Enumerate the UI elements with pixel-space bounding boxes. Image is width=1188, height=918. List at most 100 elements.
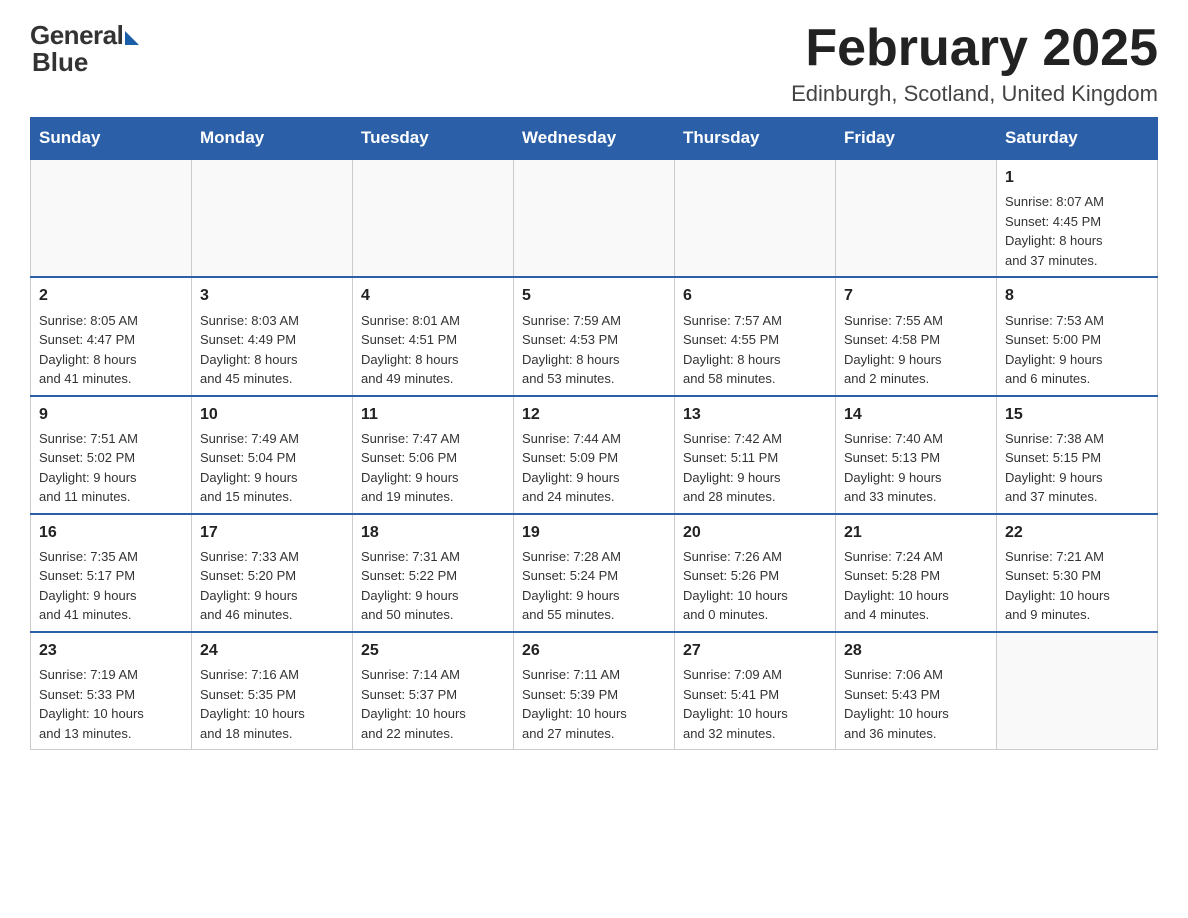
calendar-week-row: 23 Sunrise: 7:19 AMSunset: 5:33 PMDayligh… — [31, 632, 1158, 750]
table-row — [675, 159, 836, 277]
day-number: 4 — [361, 284, 505, 307]
table-row — [514, 159, 675, 277]
day-number: 1 — [1005, 166, 1149, 189]
table-row: 1 Sunrise: 8:07 AMSunset: 4:45 PMDaylight… — [997, 159, 1158, 277]
table-row — [997, 632, 1158, 750]
day-info: Sunrise: 8:07 AMSunset: 4:45 PMDaylight:… — [1005, 192, 1149, 270]
table-row — [192, 159, 353, 277]
table-row: 16Sunrise: 7:35 AMSunset: 5:17 PMDayligh… — [31, 514, 192, 632]
table-row: 10 Sunrise: 7:49 AMSunset: 5:04 PMDayligh… — [192, 396, 353, 514]
table-row: 9 Sunrise: 7:51 AMSunset: 5:02 PMDaylight… — [31, 396, 192, 514]
table-row: 11 Sunrise: 7:47 AMSunset: 5:06 PMDayligh… — [353, 396, 514, 514]
calendar-header-row: Sunday Monday Tuesday Wednesday Thursday… — [31, 118, 1158, 160]
day-info: Sunrise: 7:35 AMSunset: 5:17 PMDaylight:… — [39, 547, 183, 625]
calendar-week-row: 2Sunrise: 8:05 AMSunset: 4:47 PMDaylight… — [31, 277, 1158, 395]
table-row: 6Sunrise: 7:57 AMSunset: 4:55 PMDaylight… — [675, 277, 836, 395]
table-row: 13 Sunrise: 7:42 AMSunset: 5:11 PMDayligh… — [675, 396, 836, 514]
day-number: 19 — [522, 521, 666, 544]
day-number: 28 — [844, 639, 988, 662]
month-title: February 2025 — [791, 20, 1158, 77]
table-row: 19 Sunrise: 7:28 AMSunset: 5:24 PMDayligh… — [514, 514, 675, 632]
location-text: Edinburgh, Scotland, United Kingdom — [791, 81, 1158, 107]
day-info: Sunrise: 8:01 AMSunset: 4:51 PMDaylight:… — [361, 311, 505, 389]
table-row: 15 Sunrise: 7:38 AMSunset: 5:15 PMDayligh… — [997, 396, 1158, 514]
day-info: Sunrise: 7:42 AMSunset: 5:11 PMDaylight:… — [683, 429, 827, 507]
calendar-week-row: 16Sunrise: 7:35 AMSunset: 5:17 PMDayligh… — [31, 514, 1158, 632]
table-row: 22 Sunrise: 7:21 AMSunset: 5:30 PMDayligh… — [997, 514, 1158, 632]
day-number: 15 — [1005, 403, 1149, 426]
table-row — [836, 159, 997, 277]
day-info: Sunrise: 7:51 AMSunset: 5:02 PMDaylight:… — [39, 429, 183, 507]
table-row: 17Sunrise: 7:33 AMSunset: 5:20 PMDayligh… — [192, 514, 353, 632]
day-info: Sunrise: 7:09 AMSunset: 5:41 PMDaylight:… — [683, 665, 827, 743]
day-info: Sunrise: 7:55 AMSunset: 4:58 PMDaylight:… — [844, 311, 988, 389]
table-row: 12 Sunrise: 7:44 AMSunset: 5:09 PMDayligh… — [514, 396, 675, 514]
table-row: 28 Sunrise: 7:06 AMSunset: 5:43 PMDayligh… — [836, 632, 997, 750]
logo-triangle-icon — [125, 31, 139, 45]
table-row — [31, 159, 192, 277]
day-info: Sunrise: 7:53 AMSunset: 5:00 PMDaylight:… — [1005, 311, 1149, 389]
table-row: 24Sunrise: 7:16 AMSunset: 5:35 PMDayligh… — [192, 632, 353, 750]
day-number: 7 — [844, 284, 988, 307]
day-info: Sunrise: 7:11 AMSunset: 5:39 PMDaylight:… — [522, 665, 666, 743]
day-info: Sunrise: 7:19 AMSunset: 5:33 PMDaylight:… — [39, 665, 183, 743]
table-row: 25Sunrise: 7:14 AMSunset: 5:37 PMDayligh… — [353, 632, 514, 750]
day-number: 23 — [39, 639, 183, 662]
table-row: 18 Sunrise: 7:31 AMSunset: 5:22 PMDayligh… — [353, 514, 514, 632]
day-number: 5 — [522, 284, 666, 307]
day-number: 3 — [200, 284, 344, 307]
col-tuesday: Tuesday — [353, 118, 514, 160]
day-number: 11 — [361, 403, 505, 426]
col-saturday: Saturday — [997, 118, 1158, 160]
day-number: 9 — [39, 403, 183, 426]
day-number: 2 — [39, 284, 183, 307]
table-row: 3 Sunrise: 8:03 AMSunset: 4:49 PMDaylight… — [192, 277, 353, 395]
title-area: February 2025 Edinburgh, Scotland, Unite… — [791, 20, 1158, 107]
day-info: Sunrise: 7:44 AMSunset: 5:09 PMDaylight:… — [522, 429, 666, 507]
day-info: Sunrise: 7:31 AMSunset: 5:22 PMDaylight:… — [361, 547, 505, 625]
day-info: Sunrise: 7:49 AMSunset: 5:04 PMDaylight:… — [200, 429, 344, 507]
day-info: Sunrise: 7:16 AMSunset: 5:35 PMDaylight:… — [200, 665, 344, 743]
page-header: General Blue February 2025 Edinburgh, Sc… — [30, 20, 1158, 107]
day-number: 25 — [361, 639, 505, 662]
day-info: Sunrise: 7:38 AMSunset: 5:15 PMDaylight:… — [1005, 429, 1149, 507]
day-info: Sunrise: 7:06 AMSunset: 5:43 PMDaylight:… — [844, 665, 988, 743]
day-info: Sunrise: 7:24 AMSunset: 5:28 PMDaylight:… — [844, 547, 988, 625]
day-info: Sunrise: 7:26 AMSunset: 5:26 PMDaylight:… — [683, 547, 827, 625]
calendar-week-row: 9 Sunrise: 7:51 AMSunset: 5:02 PMDaylight… — [31, 396, 1158, 514]
day-number: 27 — [683, 639, 827, 662]
col-sunday: Sunday — [31, 118, 192, 160]
col-monday: Monday — [192, 118, 353, 160]
col-wednesday: Wednesday — [514, 118, 675, 160]
day-info: Sunrise: 7:59 AMSunset: 4:53 PMDaylight:… — [522, 311, 666, 389]
table-row: 23 Sunrise: 7:19 AMSunset: 5:33 PMDayligh… — [31, 632, 192, 750]
calendar-week-row: 1 Sunrise: 8:07 AMSunset: 4:45 PMDaylight… — [31, 159, 1158, 277]
table-row: 7 Sunrise: 7:55 AMSunset: 4:58 PMDaylight… — [836, 277, 997, 395]
calendar-table: Sunday Monday Tuesday Wednesday Thursday… — [30, 117, 1158, 750]
day-number: 10 — [200, 403, 344, 426]
day-number: 21 — [844, 521, 988, 544]
day-number: 12 — [522, 403, 666, 426]
table-row: 2Sunrise: 8:05 AMSunset: 4:47 PMDaylight… — [31, 277, 192, 395]
day-number: 22 — [1005, 521, 1149, 544]
col-thursday: Thursday — [675, 118, 836, 160]
col-friday: Friday — [836, 118, 997, 160]
day-number: 26 — [522, 639, 666, 662]
day-info: Sunrise: 7:40 AMSunset: 5:13 PMDaylight:… — [844, 429, 988, 507]
table-row: 26 Sunrise: 7:11 AMSunset: 5:39 PMDayligh… — [514, 632, 675, 750]
day-info: Sunrise: 7:28 AMSunset: 5:24 PMDaylight:… — [522, 547, 666, 625]
day-number: 13 — [683, 403, 827, 426]
day-info: Sunrise: 7:21 AMSunset: 5:30 PMDaylight:… — [1005, 547, 1149, 625]
table-row: 14Sunrise: 7:40 AMSunset: 5:13 PMDayligh… — [836, 396, 997, 514]
day-info: Sunrise: 8:03 AMSunset: 4:49 PMDaylight:… — [200, 311, 344, 389]
logo: General Blue — [30, 20, 139, 78]
table-row: 4 Sunrise: 8:01 AMSunset: 4:51 PMDaylight… — [353, 277, 514, 395]
day-info: Sunrise: 7:47 AMSunset: 5:06 PMDaylight:… — [361, 429, 505, 507]
table-row: 27 Sunrise: 7:09 AMSunset: 5:41 PMDayligh… — [675, 632, 836, 750]
logo-blue-text: Blue — [32, 47, 88, 78]
day-info: Sunrise: 7:57 AMSunset: 4:55 PMDaylight:… — [683, 311, 827, 389]
day-info: Sunrise: 7:33 AMSunset: 5:20 PMDaylight:… — [200, 547, 344, 625]
day-number: 18 — [361, 521, 505, 544]
table-row: 20Sunrise: 7:26 AMSunset: 5:26 PMDayligh… — [675, 514, 836, 632]
table-row: 8Sunrise: 7:53 AMSunset: 5:00 PMDaylight… — [997, 277, 1158, 395]
